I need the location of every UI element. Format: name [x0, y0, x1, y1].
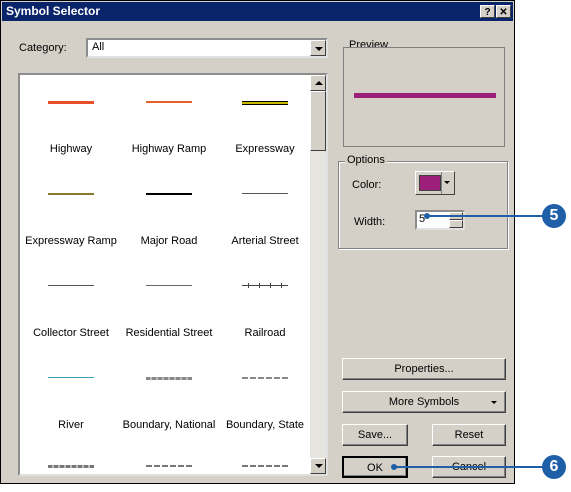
close-button[interactable]: ✕ [496, 5, 511, 18]
scroll-thumb[interactable] [310, 91, 326, 151]
save-button[interactable]: Save... [342, 424, 408, 446]
callout-step-5: 5 [542, 204, 566, 228]
symbol-name: Arterial Street [231, 235, 299, 247]
preview-line [354, 93, 496, 98]
symbol-name: Major Road [140, 235, 198, 247]
line-symbol-swatch [146, 101, 192, 103]
line-symbol-swatch [242, 377, 288, 379]
properties-button[interactable]: Properties... [342, 358, 506, 380]
line-symbol-swatch [242, 101, 288, 105]
symbol-name: River [58, 419, 84, 431]
width-spinner[interactable]: 5 [415, 210, 465, 230]
chevron-down-icon [491, 401, 497, 404]
line-symbol-swatch [48, 285, 94, 286]
scroll-up-icon[interactable] [310, 75, 326, 91]
symbol-name: Boundary, State [225, 419, 305, 431]
category-value: All [92, 41, 105, 53]
symbol-selector-dialog: Symbol Selector ? ✕ Category: All Highwa… [0, 0, 515, 484]
line-symbol-swatch [146, 465, 192, 467]
width-label: Width: [354, 216, 386, 228]
color-label: Color: [352, 179, 382, 191]
symbol-name: Highway [49, 143, 93, 155]
reset-button[interactable]: Reset [432, 424, 506, 446]
symbol-name: Residential Street [125, 327, 213, 339]
symbol-name: Railroad [244, 327, 286, 339]
line-symbol-swatch [48, 193, 94, 195]
help-button[interactable]: ? [480, 5, 495, 18]
line-symbol-swatch [48, 377, 94, 378]
line-symbol-swatch [146, 193, 192, 195]
color-picker-button[interactable] [415, 171, 455, 195]
line-symbol-swatch [146, 377, 192, 380]
category-label: Category: [19, 42, 67, 54]
line-symbol-swatch [242, 193, 288, 194]
callout-step-6: 6 [542, 455, 566, 479]
callout-line [395, 466, 544, 468]
line-symbol-swatch [242, 465, 288, 467]
symbol-name: Boundary, National [122, 419, 216, 431]
line-symbol-swatch [48, 465, 94, 468]
more-symbols-button[interactable]: More Symbols [342, 391, 506, 413]
spin-down-icon[interactable] [449, 220, 463, 228]
window-title: Symbol Selector [6, 4, 101, 18]
chevron-down-icon[interactable] [441, 172, 452, 194]
symbol-name: Highway Ramp [131, 143, 207, 155]
symbol-name: Expressway [235, 143, 295, 155]
symbol-name: Collector Street [33, 327, 109, 339]
options-label: Options [345, 154, 387, 166]
symbol-name: Expressway Ramp [25, 235, 117, 247]
callout-line [428, 215, 544, 217]
line-symbol-swatch [48, 101, 94, 104]
chevron-down-icon[interactable] [310, 40, 326, 56]
symbol-list[interactable]: Highway Highway Ramp Expressway Expressway … [18, 73, 328, 476]
line-symbol-swatch [242, 283, 288, 288]
category-dropdown[interactable]: All [86, 38, 328, 58]
color-swatch [419, 175, 441, 191]
vertical-scrollbar[interactable] [310, 75, 326, 474]
more-symbols-label: More Symbols [388, 396, 460, 408]
title-bar: Symbol Selector ? ✕ [2, 2, 513, 21]
preview-panel [343, 47, 505, 147]
line-symbol-swatch [146, 285, 192, 286]
scroll-down-icon[interactable] [310, 458, 326, 474]
